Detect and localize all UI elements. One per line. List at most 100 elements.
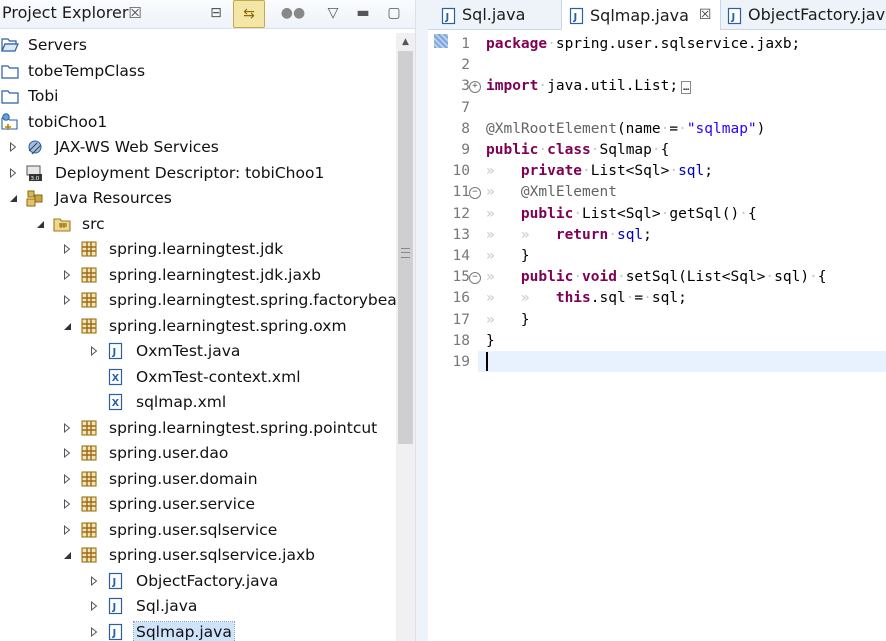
project-tree[interactable]: Servers tobeTempClass Tobi tobiChoo1 JAX-WS …: [0, 33, 396, 641]
tree-item[interactable]: tobiChoo1: [0, 110, 396, 135]
tree-item[interactable]: J Sql.java: [0, 594, 396, 619]
code-text: » public·void·setSql(List<Sql>·sql)·{: [486, 269, 827, 286]
collapsed-arrow-icon[interactable]: [89, 346, 99, 356]
view-sash[interactable]: [415, 0, 429, 641]
expand-fold-icon[interactable]: +: [469, 81, 481, 94]
collapsed-arrow-icon[interactable]: [62, 499, 72, 509]
tab-label: Sqlmap.java: [590, 5, 689, 25]
view-title[interactable]: Project Explorer: [2, 3, 128, 22]
code-text: @XmlRootElement(name·=·"sqlmap"): [486, 120, 766, 137]
tree-item[interactable]: spring.learningtest.spring.oxm: [0, 314, 396, 339]
line-number: 9: [461, 142, 470, 158]
tree-item[interactable]: Xsqlmap.xml: [0, 390, 396, 415]
collapsed-arrow-icon[interactable]: [8, 167, 18, 178]
tree-item[interactable]: spring.learningtest.jdk.jaxb: [0, 263, 396, 288]
package-icon: [80, 317, 98, 335]
tree-item[interactable]: spring.user.dao: [0, 441, 396, 466]
java-editor: J Sql.java J Sqlmap.java ☒ J ObjectFactory.jav…: [428, 0, 886, 641]
tree-item[interactable]: spring.learningtest.spring.pointcut: [0, 416, 396, 441]
tree-item-label: sqlmap.xml: [136, 393, 227, 411]
tree-item[interactable]: spring.user.sqlservice.jaxb: [0, 543, 396, 568]
collapsed-arrow-icon[interactable]: [62, 448, 72, 458]
tree-item[interactable]: J ObjectFactory.java: [0, 569, 396, 594]
grip-icon: [401, 248, 410, 258]
line-number: 14: [452, 248, 470, 264]
expanded-arrow-icon[interactable]: [62, 321, 72, 331]
collapse-fold-icon[interactable]: −: [469, 187, 481, 200]
tab-label: Sql.java: [462, 5, 526, 24]
tree-item[interactable]: Servers: [0, 33, 396, 58]
expanded-arrow-icon[interactable]: [62, 550, 72, 560]
scrollbar-thumb[interactable]: [398, 51, 413, 444]
tree-item[interactable]: Java Resources: [0, 186, 396, 211]
code-text: }: [486, 332, 495, 349]
code-line: 12 » public·List<Sql>·getSql()·{: [428, 205, 886, 226]
tree-item[interactable]: src: [0, 212, 396, 237]
tree-item-label: spring.learningtest.spring.factorybean: [109, 291, 396, 309]
package-icon: [80, 521, 98, 539]
tree-item[interactable]: tobeTempClass: [0, 59, 396, 84]
collapsed-arrow-icon[interactable]: [62, 473, 72, 484]
package-icon: [80, 444, 98, 462]
line-number: 19: [452, 354, 470, 370]
collapsed-arrow-icon[interactable]: [8, 142, 18, 152]
tree-item-label: Sql.java: [136, 597, 198, 615]
close-tab-icon[interactable]: ☒: [699, 7, 712, 23]
tab-label: ObjectFactory.jav: [748, 5, 886, 24]
tree-item[interactable]: X OxmTest-context.xml: [0, 365, 396, 390]
collapsed-arrow-icon[interactable]: [89, 575, 99, 586]
code-line: 2: [428, 56, 886, 77]
tree-item[interactable]: Tobi: [0, 84, 396, 109]
tree-item[interactable]: J OxmTest.java: [0, 339, 396, 364]
package-icon: [80, 240, 98, 258]
code-text: public·class·Sqlmap·{: [486, 142, 670, 158]
editor-tab[interactable]: J ObjectFactory.jav: [720, 0, 886, 29]
collapsed-arrow-icon[interactable]: [89, 626, 99, 637]
tree-item-label: tobiChoo1: [28, 112, 108, 131]
line-number: 2: [461, 57, 470, 74]
collapsed-arrow-icon[interactable]: [62, 422, 72, 433]
code-text: » private·List<Sql>·sql;: [486, 163, 714, 180]
line-number: 11: [452, 184, 470, 201]
maximize-button[interactable]: ▢: [383, 2, 405, 24]
java-resources-icon: [26, 189, 44, 207]
tree-item[interactable]: spring.user.sqlservice: [0, 518, 396, 543]
expanded-arrow-icon[interactable]: [35, 219, 45, 229]
collapsed-arrow-icon[interactable]: [62, 524, 72, 535]
code-line: 15−» public·void·setSql(List<Sql>·sql)·{: [428, 268, 886, 289]
scroll-up-arrow-icon[interactable]: ▲: [396, 33, 415, 51]
collapsed-arrow-icon[interactable]: [62, 244, 72, 254]
line-number: 3: [461, 78, 470, 95]
java-file-icon: J: [568, 7, 584, 25]
expanded-arrow-icon[interactable]: [8, 193, 18, 203]
close-view-icon[interactable]: ☒: [126, 4, 144, 22]
editor-tab[interactable]: J Sql.java: [434, 0, 562, 29]
minimize-button[interactable]: ▬: [352, 2, 374, 24]
collapsed-arrow-icon[interactable]: [62, 295, 72, 305]
code-line: 3 + import·java.util.List;…: [428, 77, 886, 98]
collapse-fold-icon[interactable]: −: [469, 272, 481, 285]
code-line: 9 public·class·Sqlmap·{: [428, 141, 886, 162]
filter-icon[interactable]: ●●: [281, 2, 305, 24]
folder-icon: [1, 62, 19, 80]
code-line: 13 » » return·sql;: [428, 226, 886, 247]
line-number: 13: [452, 226, 470, 243]
code-area[interactable]: 1 package·spring.user.sqlservice.jaxb; 2 3 +…: [428, 30, 886, 641]
collapse-all-button[interactable]: ⊟: [205, 2, 227, 24]
collapsed-arrow-icon[interactable]: [62, 269, 72, 280]
tree-item[interactable]: spring.learningtest.spring.factorybean: [0, 288, 396, 313]
tree-item[interactable]: JAX-WS Web Services: [0, 135, 396, 160]
folded-region-icon[interactable]: …: [681, 81, 692, 95]
tree-item[interactable]: 3.0 Deployment Descriptor: tobiChoo1: [0, 161, 396, 186]
view-menu-button[interactable]: ▽: [322, 2, 344, 24]
collapsed-arrow-icon[interactable]: [89, 601, 99, 611]
tree-item-label: Servers: [28, 36, 87, 54]
tree-item[interactable]: spring.learningtest.jdk: [0, 237, 396, 262]
vertical-scrollbar[interactable]: ▲: [396, 33, 415, 641]
line-number: 12: [452, 205, 470, 222]
editor-tab[interactable]: J Sqlmap.java ☒: [561, 0, 721, 30]
link-with-editor-button[interactable]: ⇆: [233, 0, 265, 28]
tree-item[interactable]: J Sqlmap.java: [0, 620, 396, 641]
tree-item[interactable]: spring.user.service: [0, 492, 396, 517]
tree-item[interactable]: spring.user.domain: [0, 467, 396, 492]
